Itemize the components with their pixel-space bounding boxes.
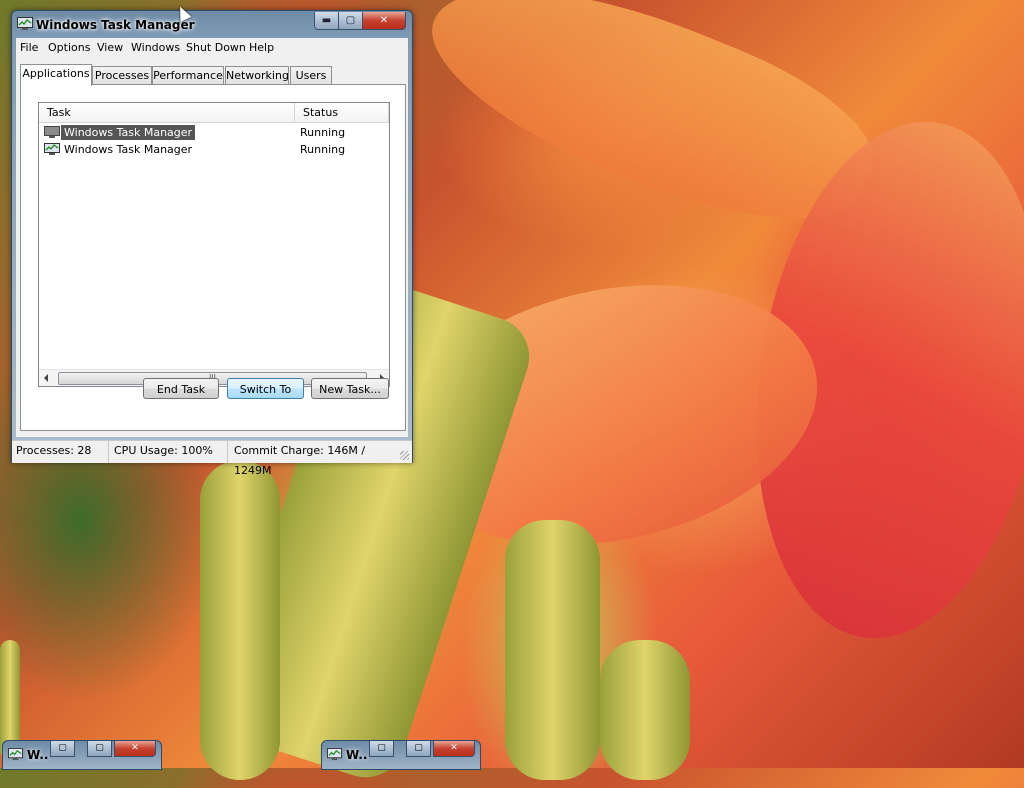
task-status: Running	[300, 126, 346, 139]
menu-file[interactable]: File	[20, 41, 38, 54]
menu-view[interactable]: View	[97, 41, 123, 54]
tab-networking[interactable]: Networking	[225, 66, 289, 85]
menu-windows[interactable]: Windows	[131, 41, 180, 54]
task-list[interactable]: Task Status Windows Task Manager Running	[38, 102, 390, 387]
task-manager-window: Windows Task Manager ▬ ▢ ✕ File Options …	[11, 10, 413, 477]
task-manager-icon	[17, 17, 33, 30]
applications-panel: Task Status Windows Task Manager Running	[20, 84, 406, 431]
resize-grip-icon[interactable]	[400, 451, 409, 460]
task-manager-icon	[8, 748, 23, 761]
column-header-status[interactable]: Status	[295, 103, 389, 123]
new-task-button[interactable]: New Task...	[311, 378, 389, 399]
status-bar: Processes: 28 CPU Usage: 100% Commit Cha…	[12, 440, 412, 477]
task-name: Windows Task Manager	[61, 125, 196, 140]
title-bar[interactable]: Windows Task Manager ▬ ▢ ✕	[12, 11, 412, 39]
tab-processes[interactable]: Processes	[92, 66, 152, 85]
wallpaper-stem	[200, 460, 280, 780]
maximize-button[interactable]: ▢	[338, 12, 363, 30]
commit-charge: Commit Charge: 146M / 1249M	[234, 444, 366, 477]
task-name: Windows Task Manager	[64, 143, 193, 156]
processes-count: Processes: 28	[12, 441, 109, 463]
tab-applications[interactable]: Applications	[20, 64, 92, 86]
restore-button[interactable]: ▢	[50, 741, 75, 757]
minimize-button[interactable]: ▬	[314, 12, 339, 30]
client-area: Applications Processes Performance Netwo…	[16, 57, 408, 437]
close-button[interactable]: ✕	[362, 12, 406, 30]
task-manager-icon	[44, 143, 60, 155]
task-manager-icon	[327, 748, 342, 761]
table-row[interactable]: Windows Task Manager Running	[39, 124, 379, 141]
scroll-left-icon[interactable]	[44, 374, 48, 382]
maximize-button[interactable]: ▢	[406, 741, 431, 757]
menu-help[interactable]: Help	[249, 41, 274, 54]
tab-users[interactable]: Users	[290, 66, 332, 85]
restore-button[interactable]: ▢	[369, 741, 394, 757]
maximize-button[interactable]: ▢	[87, 741, 112, 757]
minimized-window[interactable]: W.. ▢ ▢ ✕	[2, 740, 162, 770]
menu-options[interactable]: Options	[48, 41, 90, 54]
minimized-window[interactable]: W.. ▢ ▢ ✕	[321, 740, 481, 770]
tab-performance[interactable]: Performance	[152, 66, 224, 85]
task-status: Running	[300, 143, 346, 156]
table-row[interactable]: Windows Task Manager Running	[39, 141, 379, 158]
window-title: Windows Task Manager	[36, 18, 195, 32]
column-header-task[interactable]: Task	[39, 103, 295, 123]
cpu-usage: CPU Usage: 100%	[110, 441, 228, 463]
close-button[interactable]: ✕	[114, 741, 156, 757]
menu-bar: File Options View Windows Shut Down Help	[16, 38, 408, 57]
close-button[interactable]: ✕	[433, 741, 475, 757]
wallpaper-stem	[600, 640, 690, 780]
task-manager-icon	[44, 126, 60, 138]
minimized-window-title: W..	[27, 748, 49, 762]
wallpaper-stem	[505, 520, 600, 780]
menu-shut-down[interactable]: Shut Down	[186, 41, 246, 54]
end-task-button[interactable]: End Task	[143, 378, 219, 399]
minimized-window-title: W..	[346, 748, 368, 762]
switch-to-button[interactable]: Switch To	[227, 378, 304, 399]
